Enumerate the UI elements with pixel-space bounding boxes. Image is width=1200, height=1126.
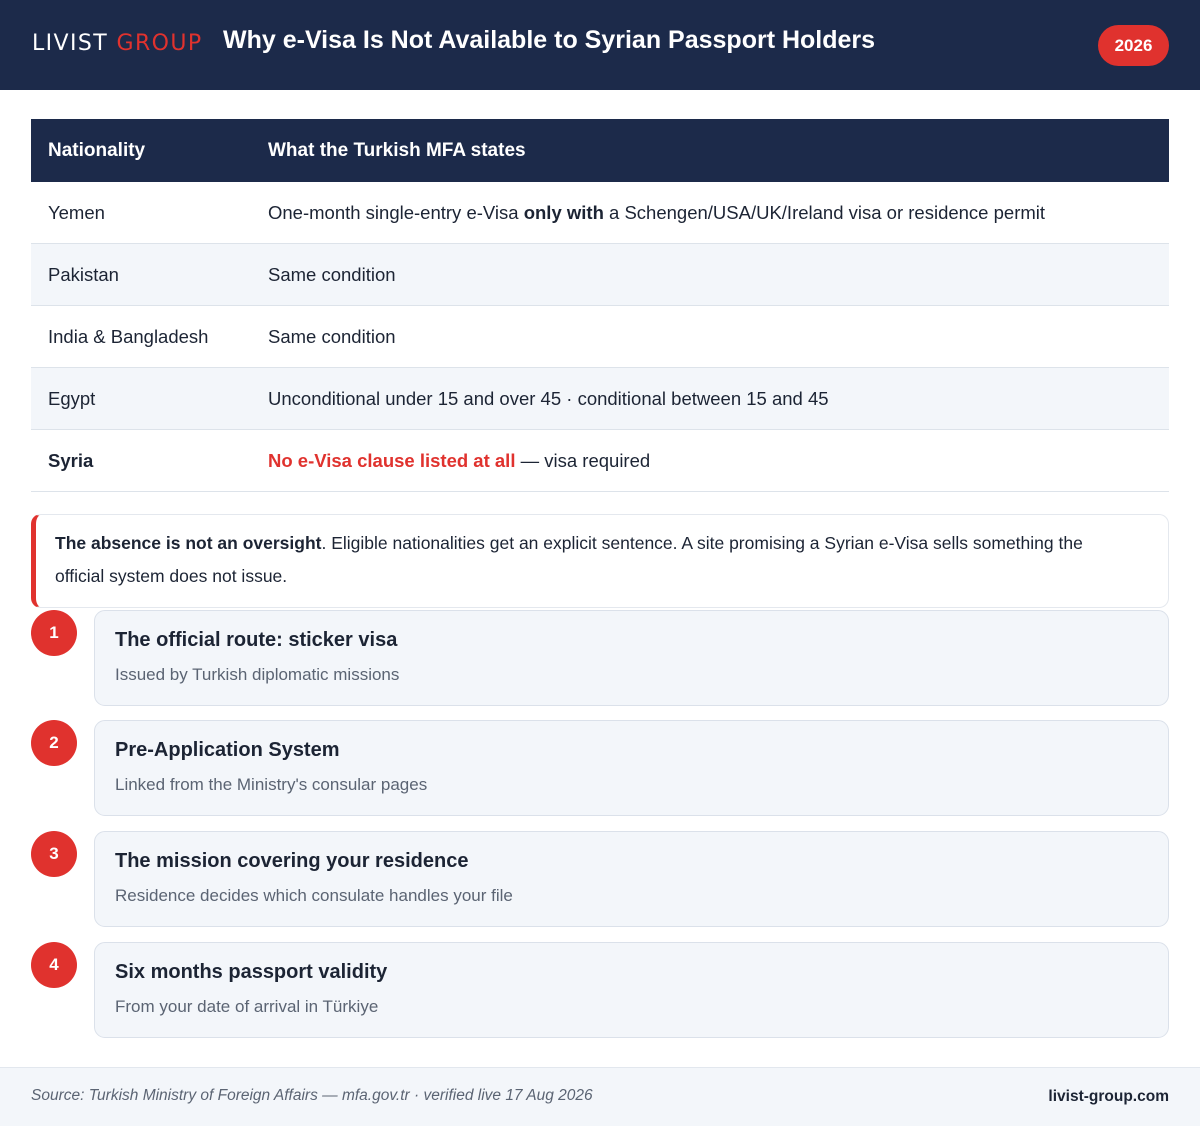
step-title: Pre-Application System <box>115 739 340 761</box>
nationality-cell: India & Bangladesh <box>48 325 209 347</box>
brand-main: LIVIST <box>32 31 109 56</box>
page-title: Why e-Visa Is Not Available to Syrian Pa… <box>223 26 876 54</box>
table-row: India & Bangladesh Same condition <box>31 306 1169 368</box>
statement-cell: One-month single-entry e-Visa only with … <box>251 202 1169 224</box>
step-subtitle: Linked from the Ministry's consular page… <box>115 775 428 794</box>
step-title: Six months passport validity <box>115 961 388 983</box>
table-row: Egypt Unconditional under 15 and over 45… <box>31 368 1169 430</box>
nationality-cell: Pakistan <box>48 263 119 285</box>
step-card: Pre-Application System Linked from the M… <box>94 720 1169 816</box>
table-row: Pakistan Same condition <box>31 244 1169 306</box>
header-bar: LIVIST GROUP Why e-Visa Is Not Available… <box>0 0 1200 90</box>
step-subtitle: From your date of arrival in Türkiye <box>115 997 379 1016</box>
nationality-cell: Yemen <box>48 201 105 223</box>
nationality-cell: Syria <box>48 449 94 471</box>
brand-accent: GROUP <box>116 31 203 56</box>
step-card: Six months passport validity From your d… <box>94 942 1169 1038</box>
statement-cell: Unconditional under 15 and over 45 · con… <box>268 387 829 409</box>
brand-logo: LIVIST GROUP <box>32 31 203 56</box>
site-url: livist-group.com <box>1048 1088 1169 1105</box>
step-card: The mission covering your residence Resi… <box>94 831 1169 927</box>
table-row: Yemen One-month single-entry e-Visa only… <box>31 182 1169 244</box>
step-number-badge: 3 <box>31 831 77 877</box>
footer-bar: Source: Turkish Ministry of Foreign Affa… <box>0 1067 1200 1126</box>
step-subtitle: Residence decides which consulate handle… <box>115 886 513 905</box>
step-title: The official route: sticker visa <box>115 629 398 651</box>
year-badge: 2026 <box>1098 25 1169 66</box>
step-number-badge: 1 <box>31 610 77 656</box>
callout-box: The absence is not an oversight. Eligibl… <box>31 514 1169 608</box>
column-header-nationality: Nationality <box>48 139 146 161</box>
step-title: The mission covering your residence <box>115 850 469 872</box>
table-header: Nationality What the Turkish MFA states <box>31 119 1169 182</box>
statement-cell: No e-Visa clause listed at all — visa re… <box>251 450 1169 472</box>
statement-text: a Schengen/USA/UK/Ireland visa or reside… <box>603 201 1046 223</box>
statement-text: — visa required <box>515 449 651 471</box>
no-evisa-highlight: No e-Visa clause listed at all <box>268 449 516 471</box>
step-number-badge: 4 <box>31 942 77 988</box>
statement-text: One-month single-entry e-Visa <box>268 201 524 223</box>
statement-cell: Same condition <box>268 263 396 285</box>
step-number-badge: 2 <box>31 720 77 766</box>
nationality-table: Nationality What the Turkish MFA states … <box>31 119 1169 492</box>
step-card: The official route: sticker visa Issued … <box>94 610 1169 706</box>
callout-emphasis: The absence is not an oversight <box>55 533 322 553</box>
table-row-syria: Syria No e-Visa clause listed at all — v… <box>31 430 1169 492</box>
statement-cell: Same condition <box>268 325 396 347</box>
step-subtitle: Issued by Turkish diplomatic missions <box>115 665 400 684</box>
nationality-cell: Egypt <box>48 387 96 409</box>
source-note: Source: Turkish Ministry of Foreign Affa… <box>31 1087 593 1104</box>
column-header-statement: What the Turkish MFA states <box>268 139 526 161</box>
statement-emphasis: only with <box>523 201 604 223</box>
